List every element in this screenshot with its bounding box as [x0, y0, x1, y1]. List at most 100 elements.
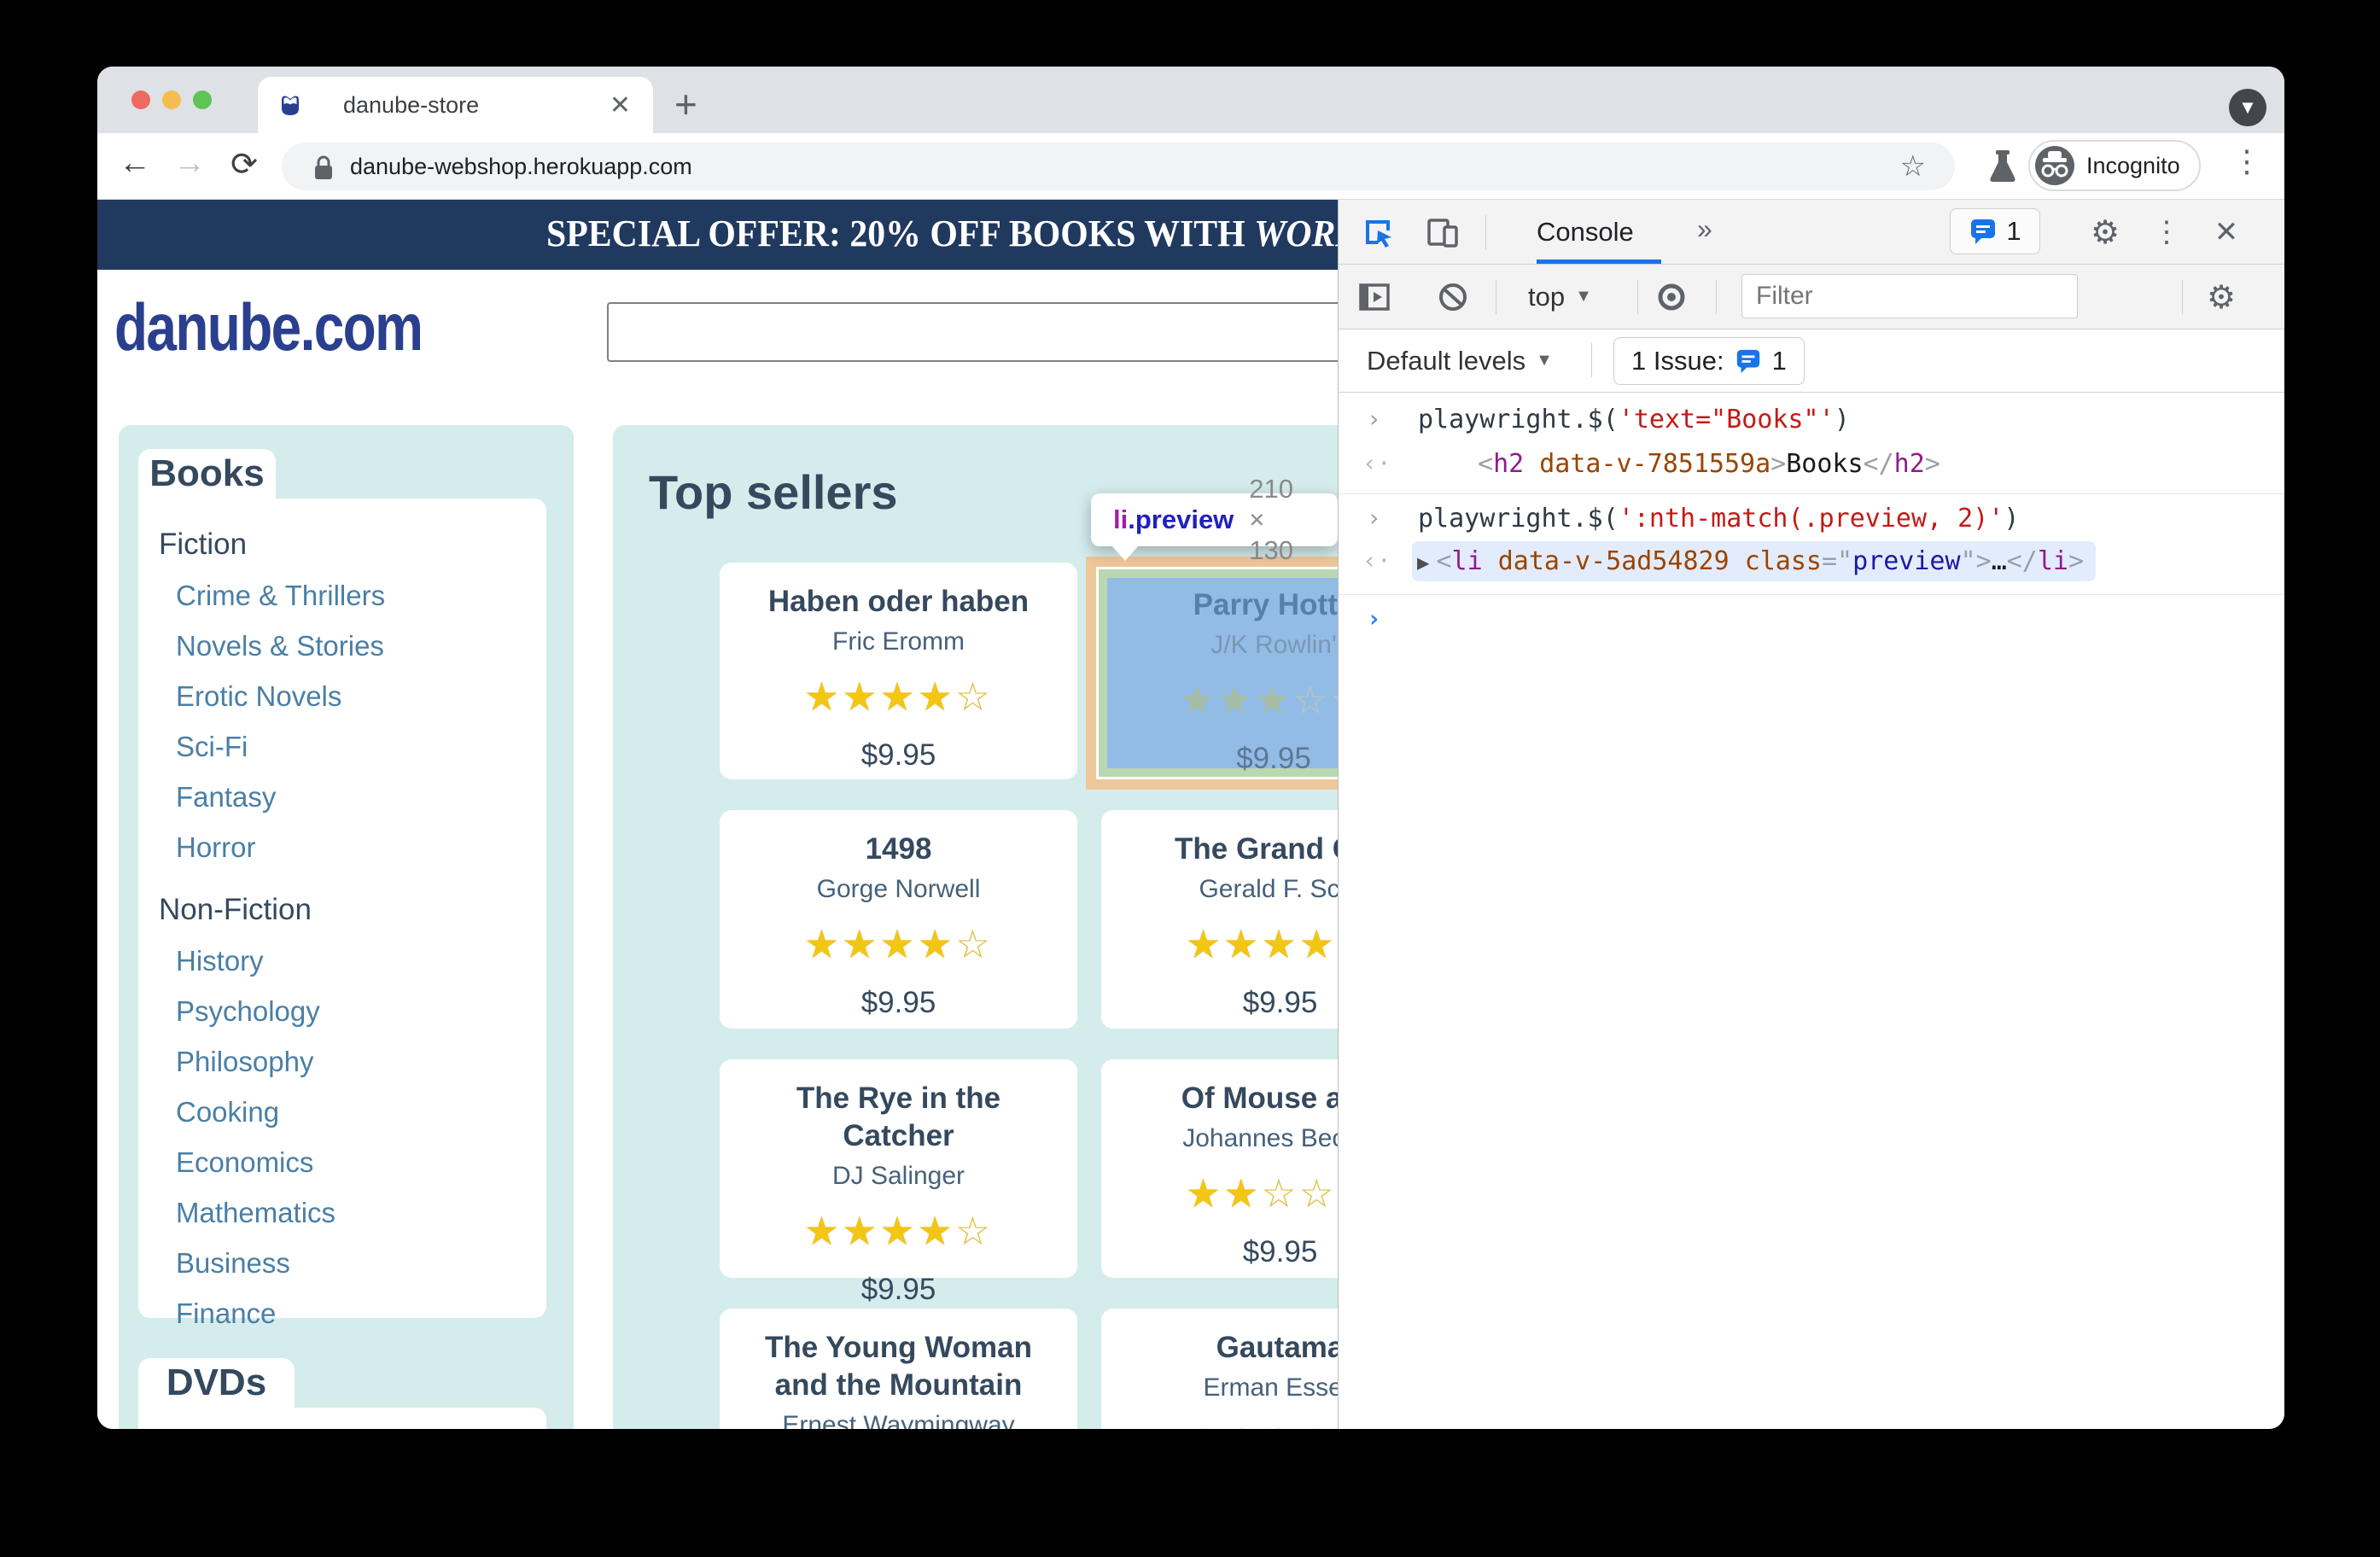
product-title: Haben oder haben	[767, 585, 1030, 618]
messages-count-button[interactable]: 1	[1950, 208, 2040, 254]
dvds-section-tab[interactable]: DVDs	[138, 1358, 295, 1408]
bookmark-star-icon[interactable]: ☆	[1900, 149, 1926, 184]
product-card[interactable]: Of Mouse and Johannes Beckst ★★☆☆☆ $9.95	[1101, 1059, 1338, 1278]
devtools-menu-icon[interactable]: ⋮	[2148, 213, 2185, 251]
incognito-badge[interactable]: Incognito	[2028, 140, 2201, 191]
devtools-settings-icon[interactable]: ⚙	[2086, 213, 2124, 251]
product-author: Johannes Beckst	[1182, 1124, 1338, 1152]
page-viewport: SPECIAL OFFER: 20% OFF BOOKS WITH WORDS …	[97, 200, 1338, 1429]
books-section-tab[interactable]: Books	[138, 449, 276, 499]
console-settings-icon[interactable]: ⚙	[2202, 278, 2240, 316]
incognito-label: Incognito	[2086, 152, 2180, 178]
product-card[interactable]: The Rye in the Catcher DJ Salinger ★★★★☆ $9…	[720, 1059, 1077, 1306]
devtools-main-toolbar: Console » 1 ⚙ ⋮ ✕	[1339, 200, 2284, 265]
close-window-button[interactable]	[131, 90, 150, 109]
tab-close-icon[interactable]: ✕	[610, 90, 631, 120]
device-toolbar-icon[interactable]	[1424, 213, 1461, 251]
product-card[interactable]: 1498 Gorge Norwell ★★★★☆ $9.95	[720, 810, 1077, 1029]
browser-toolbar: ← → ⟳ danube-webshop.herokuapp.com ☆ Inc…	[97, 133, 2284, 200]
clear-console-icon[interactable]	[1434, 278, 1472, 316]
product-author: Gerald F. Scot	[1199, 875, 1338, 903]
category-link[interactable]: Psychology	[176, 995, 546, 1028]
product-card[interactable]: The Young Woman and the Mountain Ernest W…	[720, 1309, 1077, 1429]
expand-triangle-icon[interactable]: ▶	[1417, 551, 1429, 574]
browser-window: danube-store ✕ + ▼ ← → ⟳ danube-webshop.…	[97, 67, 2284, 1429]
address-bar[interactable]: danube-webshop.herokuapp.com ☆	[282, 143, 1955, 190]
reload-button[interactable]: ⟳	[224, 145, 265, 184]
category-link[interactable]: Mathematics	[176, 1197, 546, 1229]
promo-banner-text: SPECIAL OFFER: 20% OFF BOOKS WITH WORDS …	[546, 213, 1338, 254]
minimize-window-button[interactable]	[162, 90, 181, 109]
category-section-label: Non-Fiction	[159, 893, 312, 926]
site-favicon-book-icon	[282, 96, 299, 115]
category-link[interactable]: Philosophy	[176, 1046, 546, 1078]
category-sidebar: Books Fiction Crime & Thrillers Novels & S…	[119, 425, 574, 1429]
product-price: $9.95	[860, 738, 936, 772]
product-card[interactable]: The Grand Gro Gerald F. Scot ★★★★★ $9.95	[1101, 810, 1338, 1029]
star-rating: ★★★★★	[1185, 922, 1338, 966]
category-link[interactable]: Fantasy	[176, 781, 546, 813]
product-title: The Grand Gro	[1175, 832, 1338, 866]
log-levels-dropdown[interactable]: Default levels ▼	[1367, 329, 1553, 392]
message-bubble-icon	[1971, 219, 1996, 244]
star-rating: ★★★★☆	[803, 922, 994, 966]
product-price: $9.95	[860, 986, 936, 1019]
product-price: $9.95	[1236, 742, 1311, 775]
new-tab-button[interactable]: +	[674, 79, 697, 130]
highlighted-node[interactable]: ▶ <li data-v-5ad54829 class="preview">…</…	[1412, 541, 2097, 581]
category-link[interactable]: Crime & Thrillers	[176, 580, 546, 612]
product-price: $9.95	[860, 1273, 936, 1306]
product-card[interactable]: Parry Hotte J/K Rowlin' ★★★☆☆ $9.95	[1107, 578, 1338, 775]
experiments-flask-icon[interactable]	[1986, 149, 2020, 186]
console-levels-bar: Default levels ▼ 1 Issue: 1	[1339, 329, 2284, 393]
category-link[interactable]: Finance	[176, 1298, 546, 1330]
devtools-panel: Console » 1 ⚙ ⋮ ✕ top ▼ Filter ⚙ Default…	[1338, 200, 2284, 1429]
category-link[interactable]: Economics	[176, 1146, 546, 1179]
product-title: Of Mouse and	[1181, 1082, 1338, 1115]
more-tabs-icon[interactable]: »	[1697, 213, 1712, 245]
url-text: danube-webshop.herokuapp.com	[350, 153, 692, 179]
browser-menu-icon[interactable]: ⋮	[2231, 143, 2262, 179]
product-author: Erman Essen	[1203, 1373, 1338, 1402]
tooltip-tag: li	[1113, 504, 1129, 534]
category-link[interactable]: Erotic Novels	[176, 680, 546, 713]
site-logo[interactable]: danube.com	[114, 289, 423, 366]
tab-search-button[interactable]: ▼	[2229, 89, 2266, 126]
console-tab-underline	[1537, 260, 1661, 264]
category-link[interactable]: Business	[176, 1247, 546, 1280]
back-button[interactable]: ←	[114, 145, 155, 182]
search-input[interactable]	[607, 302, 1338, 362]
category-link[interactable]: Sci-Fi	[176, 731, 546, 763]
zoom-window-button[interactable]	[193, 90, 212, 109]
star-rating: ★★★☆☆	[1179, 678, 1338, 722]
console-filter-input[interactable]	[1741, 274, 2078, 318]
category-link[interactable]: Cooking	[176, 1096, 546, 1128]
product-card[interactable]: Gautama Erman Essen ★★★★☆	[1101, 1309, 1338, 1429]
devtools-close-icon[interactable]: ✕	[2208, 213, 2245, 251]
product-price: $9.95	[1242, 1235, 1318, 1268]
console-sidebar-toggle-icon[interactable]	[1356, 278, 1393, 316]
product-author: Fric Eromm	[832, 627, 965, 656]
promo-banner: SPECIAL OFFER: 20% OFF BOOKS WITH WORDS …	[97, 200, 1338, 270]
forward-button[interactable]: →	[169, 145, 210, 182]
category-link[interactable]: Horror	[176, 831, 546, 864]
star-rating: ★★★★☆	[803, 674, 994, 719]
execution-context-selector[interactable]: top ▼	[1528, 265, 1592, 329]
product-price: $9.95	[1242, 986, 1318, 1019]
category-section-label: Fiction	[159, 528, 248, 561]
inspect-element-icon[interactable]	[1359, 213, 1397, 251]
category-link[interactable]: History	[176, 945, 546, 977]
desktop: { "browser": { "tab_title": "danube-stor…	[0, 0, 2380, 1557]
incognito-icon	[2035, 146, 2074, 185]
browser-tab[interactable]: danube-store ✕	[258, 77, 653, 133]
issues-counter[interactable]: 1 Issue: 1	[1613, 337, 1805, 385]
category-link[interactable]: Novels & Stories	[176, 630, 546, 662]
product-card[interactable]: Haben oder haben Fric Eromm ★★★★☆ $9.95	[720, 563, 1077, 779]
lock-icon	[315, 155, 332, 179]
product-title: The Young Woman and the Mountain	[764, 1331, 1033, 1402]
tooltip-dimensions: 210 × 130	[1249, 474, 1294, 565]
star-rating: ★★★★☆	[1186, 1423, 1338, 1429]
live-expression-eye-icon[interactable]	[1653, 278, 1690, 316]
product-title: 1498	[865, 832, 932, 866]
tab-console[interactable]: Console	[1537, 200, 1634, 264]
